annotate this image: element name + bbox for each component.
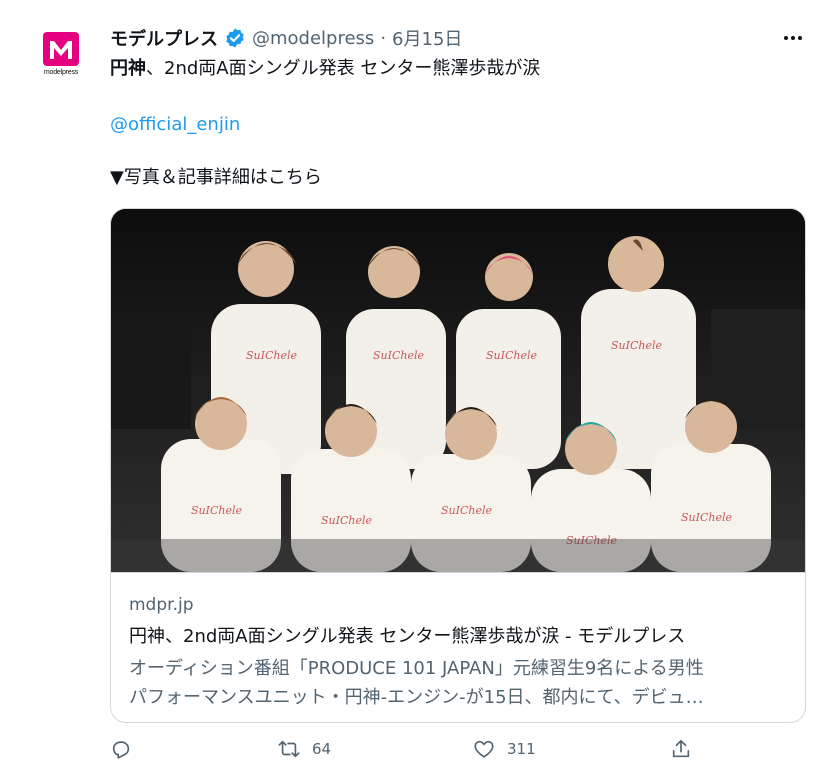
display-name[interactable]: モデルプレス <box>110 25 218 51</box>
card-description-line1: オーディション番組「PRODUCE 101 JAPAN」元練習生9名による男性 <box>129 658 704 679</box>
svg-text:SuIChele: SuIChele <box>486 349 537 362</box>
svg-text:SuIChele: SuIChele <box>191 504 242 517</box>
tweet-header: モデルプレス @modelpress · 6月15日 <box>110 25 462 51</box>
card-photo[interactable]: SuIChele SuIChele SuIChele SuIChele SuIC… <box>111 209 805 572</box>
avatar-brand-text: modelpress <box>43 69 79 76</box>
like-count: 311 <box>507 740 536 758</box>
heart-icon <box>474 740 494 758</box>
tweet-text-rest: 、2nd両A面シングル発表 センター熊澤歩哉が涙 <box>146 58 541 79</box>
card-title: 円神、2nd両A面シングル発表 センター熊澤歩哉が涙 - モデルプレス <box>129 626 686 647</box>
card-body[interactable]: mdpr.jp 円神、2nd両A面シングル発表 センター熊澤歩哉が涙 - モデル… <box>111 572 805 722</box>
action-bar: 64 311 <box>110 738 810 768</box>
svg-text:SuIChele: SuIChele <box>321 514 372 527</box>
handle[interactable]: @modelpress <box>252 28 374 49</box>
separator-dot: · <box>380 27 387 49</box>
like-button[interactable]: 311 <box>473 738 536 760</box>
mention-link[interactable]: @official_enjin <box>110 113 240 137</box>
link-intro-text: ▼写真＆記事詳細はこちら <box>110 167 322 188</box>
tweet-text: 円神、2nd両A面シングル発表 センター熊澤歩哉が涙 <box>110 57 540 81</box>
avatar[interactable]: modelpress <box>36 28 86 78</box>
svg-text:SuIChele: SuIChele <box>246 349 297 362</box>
share-icon <box>672 739 690 758</box>
share-button[interactable] <box>670 738 692 760</box>
verified-badge-icon <box>224 27 246 49</box>
link-card[interactable]: SuIChele SuIChele SuIChele SuIChele SuIC… <box>110 208 806 723</box>
reply-icon <box>112 741 130 759</box>
svg-text:SuIChele: SuIChele <box>611 339 662 352</box>
card-description-line2: パフォーマンスユニット・円神-エンジン-が15日、都内にて、デビュ… <box>129 687 704 708</box>
retweet-icon <box>278 740 300 758</box>
svg-text:SuIChele: SuIChele <box>373 349 424 362</box>
svg-text:SuIChele: SuIChele <box>681 511 732 524</box>
card-domain: mdpr.jp <box>129 595 194 615</box>
tweet-text-bold: 円神 <box>110 58 146 79</box>
more-options-icon[interactable] <box>781 28 805 48</box>
tweet-date[interactable]: 6月15日 <box>392 25 462 51</box>
retweet-button[interactable]: 64 <box>278 738 331 760</box>
svg-text:SuIChele: SuIChele <box>441 504 492 517</box>
reply-button[interactable] <box>110 738 144 760</box>
modelpress-logo-icon <box>43 32 79 66</box>
retweet-count: 64 <box>312 740 332 758</box>
